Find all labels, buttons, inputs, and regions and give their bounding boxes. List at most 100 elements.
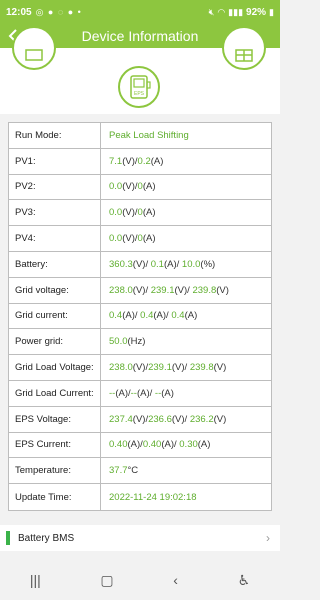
table-row: EPS Voltage: 237.4 (V)/236.6 (V)/ 236.2 (V) <box>9 406 271 433</box>
recents-icon[interactable]: ||| <box>30 572 41 588</box>
device-icons: EPS <box>0 26 280 114</box>
row-value: 37.7 °C <box>101 458 138 483</box>
value-part: 0.40 <box>142 439 162 451</box>
bms-label: Battery BMS <box>18 532 75 544</box>
value-part: (V)/ <box>122 155 138 167</box>
row-label: PV3: <box>9 200 101 226</box>
device-info-table: Run Mode: Peak Load Shifting PV1: 7.1 (V)/0.… <box>8 122 272 511</box>
row-label: Power grid: <box>9 329 101 355</box>
value-part: 50.0 <box>109 336 128 348</box>
value-part: 0.4 <box>140 310 154 322</box>
value-part: (V)/ <box>122 233 138 245</box>
back-icon[interactable]: ‹ <box>173 572 178 588</box>
value-part: 239.1 <box>150 284 175 296</box>
value-part: (V)/ <box>171 362 190 374</box>
value-part: 238.0 <box>109 362 133 374</box>
status-bar: 12:05 ◎ ● ◌ ● • 🔇︎ ◠ ▮▮▮ 92% ▮ <box>0 0 280 24</box>
value-part: (V)/ <box>122 207 138 219</box>
value-part: (A) <box>142 181 156 193</box>
value-part: (Hz) <box>127 336 146 348</box>
value-part: (V)/ <box>132 413 149 425</box>
row-label: Grid current: <box>9 303 101 329</box>
value-part: °C <box>127 465 139 477</box>
eps-icon[interactable]: EPS <box>118 66 160 108</box>
value-part: (V)/ <box>132 284 151 296</box>
row-value: 0.0 (V)/0 (A) <box>101 175 156 200</box>
value-part: (V)/ <box>132 362 149 374</box>
value-part: 0.30 <box>179 439 198 451</box>
value-part: (A) <box>142 207 156 219</box>
table-row: PV4: 0.0 (V)/0 (A) <box>9 226 271 252</box>
row-label: Grid voltage: <box>9 277 101 303</box>
inverter-icon[interactable] <box>12 26 56 70</box>
value-part: 239.8 <box>189 362 214 374</box>
table-row: Grid Load Current: -- (A)/-- (A)/ -- (A) <box>9 380 271 407</box>
eps-icon-label: EPS <box>134 91 145 97</box>
row-value: -- (A)/-- (A)/ -- (A) <box>101 381 174 406</box>
value-part: (A)/ <box>127 439 143 451</box>
row-label: Battery: <box>9 251 101 277</box>
value-part: 0.0 <box>109 233 123 245</box>
row-value: 0.40 (A)/0.40 (A)/ 0.30 (A) <box>101 433 210 458</box>
battery-percent: 92% <box>246 6 267 18</box>
table-row: PV2: 0.0 (V)/0 (A) <box>9 174 271 201</box>
notification-icons: ◎ ● ◌ ● • <box>35 6 82 17</box>
value-part: 0.0 <box>109 181 123 193</box>
row-label: PV2: <box>9 174 101 200</box>
value-part: 0.40 <box>109 439 128 451</box>
value-part: 239.1 <box>148 362 172 374</box>
value-part: 2022-11-24 19:02:18 <box>109 491 197 503</box>
bms-marker <box>6 531 10 545</box>
value-part: (A)/ <box>115 387 131 399</box>
grid-icon[interactable] <box>222 26 266 70</box>
value-part: 0.4 <box>171 310 185 322</box>
value-part: (V) <box>213 413 227 425</box>
row-label: Run Mode: <box>9 123 101 148</box>
row-value: 2022-11-24 19:02:18 <box>101 484 197 510</box>
value-part: (A)/ <box>136 387 155 399</box>
mute-icon: 🔇︎ <box>208 6 215 17</box>
table-row: PV1: 7.1 (V)/0.2 (A) <box>9 148 271 175</box>
row-label: EPS Voltage: <box>9 406 101 432</box>
accessibility-icon[interactable]: ♿︎ <box>238 572 251 589</box>
value-part: (V) <box>216 284 229 296</box>
table-row: Battery: 360.3 (V)/ 0.1 (A)/ 10.0 (%) <box>9 251 271 278</box>
wifi-icon: ◠ <box>217 6 226 17</box>
row-value: 0.0 (V)/0 (A) <box>101 226 156 251</box>
value-part: (A)/ <box>122 310 141 322</box>
row-label: Temperature: <box>9 458 101 484</box>
value-part: 0.1 <box>150 258 164 270</box>
value-part: (A)/ <box>153 310 172 322</box>
row-label: EPS Current: <box>9 432 101 458</box>
table-row: EPS Current: 0.40 (A)/0.40 (A)/ 0.30 (A) <box>9 432 271 459</box>
value-part: (V) <box>213 362 227 374</box>
value-part: 0.4 <box>109 310 123 322</box>
value-part: 360.3 <box>109 258 133 270</box>
row-value: 0.0 (V)/0 (A) <box>101 200 156 225</box>
home-icon[interactable]: ▢ <box>100 572 113 589</box>
chevron-right-icon: › <box>266 531 270 545</box>
value-part: 7.1 <box>109 155 123 167</box>
table-row: Power grid: 50.0 (Hz) <box>9 329 271 356</box>
row-value: 7.1 (V)/0.2 (A) <box>101 149 163 174</box>
value-part: 236.2 <box>189 413 214 425</box>
table-row: Temperature: 37.7 °C <box>9 458 271 485</box>
battery-bms-item[interactable]: Battery BMS › <box>0 525 280 551</box>
value-part: 237.4 <box>109 413 133 425</box>
row-value: 238.0 (V)/239.1 (V)/ 239.8 (V) <box>101 355 226 380</box>
row-label: Grid Load Voltage: <box>9 355 101 380</box>
table-row: Run Mode: Peak Load Shifting <box>9 123 271 149</box>
value-part: (A) <box>184 310 198 322</box>
value-part: (A) <box>197 439 211 451</box>
row-label: Update Time: <box>9 484 101 510</box>
value-part: (A) <box>142 233 156 245</box>
value-part: Peak Load Shifting <box>109 129 189 141</box>
value-part: (V)/ <box>132 258 151 270</box>
row-label: PV1: <box>9 148 101 174</box>
row-value: 237.4 (V)/236.6 (V)/ 236.2 (V) <box>101 407 226 432</box>
value-part: 239.8 <box>192 284 217 296</box>
page-title: Device Information <box>81 28 199 44</box>
value-part: (A)/ <box>161 439 180 451</box>
value-part: (V)/ <box>174 284 193 296</box>
value-part: 238.0 <box>109 284 133 296</box>
